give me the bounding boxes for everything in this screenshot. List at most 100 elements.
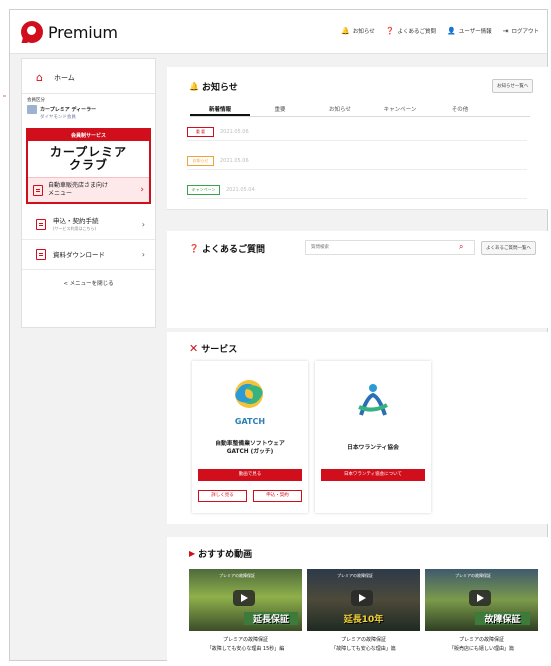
video-card[interactable]: プレミアの故障保証 延長保証 プレミアの故障保証 「故障しても安心な理由 15秒…: [189, 569, 302, 654]
sidebar: ⌂ ホーム 会員区分 カープレミア ディーラー ダイヤモンド会員 会員制サービス…: [21, 58, 156, 328]
news-panel: 🔔 お知らせ お知らせ一覧へ 新着情報 重要 お知らせ キャンペーン その他 重…: [167, 67, 548, 210]
video-caption: プレミアの故障保証 「販売店にも嬉しい理由」篇: [425, 636, 538, 654]
news-row[interactable]: キャンペーン 2021.05.04: [187, 182, 527, 199]
bell-icon: 🔔: [189, 82, 199, 91]
tab-campaign[interactable]: キャンペーン: [370, 103, 430, 116]
sidebar-item-home[interactable]: ⌂ ホーム: [22, 59, 155, 83]
gatch-name-line-2: GATCH (ガッチ): [226, 449, 274, 455]
service-card-gatch: GATCH 自動車整備業ソフトウェア GATCH (ガッチ) 動画で見る 詳しく…: [192, 361, 308, 513]
edge-mark: [3, 95, 6, 97]
tab-notices[interactable]: お知らせ: [310, 103, 370, 116]
play-icon[interactable]: [351, 590, 373, 606]
downloads-label: 資料ダウンロード: [53, 250, 105, 259]
video-caption-line-2: 「故障しても安心な理由 15秒」編: [206, 646, 285, 652]
about-warranty-association-button[interactable]: 日本ワランティ協会について: [321, 469, 425, 481]
video-card[interactable]: プレミアの故障保証 延長10年 プレミアの故障保証 「故障しても安心な理由」篇: [307, 569, 420, 654]
gatch-logo-text: GATCH: [234, 417, 266, 426]
services-panel: ✕ サービス GATCH 自動車整備業ソフトウェア GATCH (ガッチ) 動画…: [167, 332, 548, 524]
news-date: 2021.05.04: [226, 187, 255, 193]
details-button[interactable]: 詳しく見る: [198, 490, 247, 502]
news-date: 2021.05.06: [220, 158, 249, 164]
thumb-caption: プレミアの故障保証: [455, 573, 491, 578]
video-caption-line-1: プレミアの故障保証: [222, 637, 268, 643]
news-title: 🔔 お知らせ: [189, 80, 238, 93]
application-label-group: 申込・契約手続 (サービス利用はこちら): [53, 217, 99, 233]
member-rank: ダイヤモンド会員: [40, 115, 76, 120]
thumb-badge: 延長10年: [343, 615, 384, 625]
tab-new[interactable]: 新着情報: [190, 103, 250, 116]
nav-faq[interactable]: ❓ よくあるご質問: [386, 27, 436, 35]
store-icon: [33, 184, 43, 196]
tools-icon: ✕: [189, 342, 199, 355]
question-icon: ❓: [385, 26, 395, 35]
tab-important[interactable]: 重要: [250, 103, 310, 116]
videos-title-text: おすすめ動画: [198, 550, 253, 560]
thumb-caption: プレミアの故障保証: [337, 573, 373, 578]
user-icon: 👤: [447, 26, 456, 35]
services-title-text: サービス: [201, 345, 238, 355]
sidebar-item-home-label: ホーム: [54, 74, 75, 82]
video-caption-line-1: プレミアの故障保証: [340, 637, 386, 643]
chevron-right-icon: ›: [140, 185, 144, 195]
video-thumbnail[interactable]: プレミアの故障保証 延長保証: [189, 569, 302, 631]
nav-user-info-label: ユーザー情報: [458, 29, 492, 35]
bell-icon: 🔔: [341, 26, 350, 35]
club-line-2: クラブ: [68, 158, 108, 172]
dealer-menu-link[interactable]: 自動車販売店さま向け メニュー ›: [28, 177, 149, 202]
car-premier-club-link[interactable]: カープレミア クラブ: [28, 141, 149, 177]
nav-logout[interactable]: ⇥ ログアウト: [503, 27, 539, 35]
nav-notices[interactable]: 🔔 お知らせ: [341, 27, 375, 35]
play-circle-icon: ▶: [189, 549, 196, 558]
close-menu-button[interactable]: < メニューを閉じる: [22, 270, 155, 287]
sidebar-item-downloads[interactable]: 資料ダウンロード ›: [22, 240, 155, 270]
faq-list-button[interactable]: よくあるご質問一覧へ: [481, 241, 536, 255]
tag-important: 重 要: [187, 127, 214, 137]
news-date: 2021.05.06: [220, 129, 249, 135]
videos-title: ▶ おすすめ動画: [189, 547, 252, 560]
faq-panel: ❓ よくあるご質問 ⌕ よくあるご質問一覧へ: [167, 231, 548, 328]
member-row: カープレミア ディーラー: [27, 105, 150, 114]
application-sub: (サービス利用はこちら): [53, 225, 97, 231]
faq-title-text: よくあるご質問: [201, 245, 265, 255]
play-icon[interactable]: [233, 590, 255, 606]
tag-notice: お知らせ: [187, 156, 214, 166]
watch-video-button[interactable]: 動画で見る: [198, 469, 302, 481]
logout-icon: ⇥: [502, 26, 509, 35]
gatch-name: 自動車整備業ソフトウェア GATCH (ガッチ): [192, 440, 308, 456]
premium-logo[interactable]: Premium: [21, 21, 118, 43]
news-list-button[interactable]: お知らせ一覧へ: [492, 79, 534, 93]
chevron-right-icon: ›: [141, 250, 145, 259]
service-card-warranty: 日本ワランティ協会 日本ワランティ協会について: [315, 361, 431, 513]
warranty-logo-icon: [358, 384, 388, 416]
video-caption-line-2: 「故障しても安心な理由」篇: [331, 646, 396, 652]
thumb-badge: 延長保証: [244, 612, 298, 625]
search-icon[interactable]: ⌕: [459, 242, 463, 252]
top-header: Premium 🔔 お知らせ ❓ よくあるご質問 👤 ユーザー情報 ⇥ ログアウ…: [10, 10, 547, 54]
question-icon: ❓: [189, 244, 199, 253]
videos-panel: ▶ おすすめ動画 プレミアの故障保証 延長保証 プレミアの故障保証 「故障しても…: [167, 537, 548, 666]
video-caption: プレミアの故障保証 「故障しても安心な理由」篇: [307, 636, 420, 654]
sidebar-item-application[interactable]: 申込・契約手続 (サービス利用はこちら) ›: [22, 210, 155, 240]
video-caption-line-2: 「販売店にも嬉しい理由」篇: [448, 646, 514, 652]
video-caption-line-1: プレミアの故障保証: [458, 637, 504, 643]
play-icon[interactable]: [469, 590, 491, 606]
thumb-caption: プレミアの故障保証: [219, 573, 255, 578]
news-row[interactable]: 重 要 2021.05.06: [187, 124, 527, 141]
chevron-right-icon: ›: [141, 220, 145, 229]
dealer-menu-label: 自動車販売店さま向け メニュー: [48, 182, 108, 198]
top-nav: 🔔 お知らせ ❓ よくあるご質問 👤 ユーザー情報 ⇥ ログアウト: [341, 27, 539, 35]
warranty-name: 日本ワランティ協会: [347, 445, 399, 451]
apply-contract-button[interactable]: 申込・契約: [253, 490, 302, 502]
video-card[interactable]: プレミアの故障保証 故障保証 プレミアの故障保証 「販売店にも嬉しい理由」篇: [425, 569, 538, 654]
nav-user-info[interactable]: 👤 ユーザー情報: [447, 27, 492, 35]
faq-search-input[interactable]: [305, 240, 475, 255]
news-row[interactable]: お知らせ 2021.05.06: [187, 153, 527, 170]
nav-faq-label: よくあるご質問: [397, 29, 436, 35]
tab-other[interactable]: その他: [430, 103, 490, 116]
member-name: カープレミア ディーラー: [40, 107, 97, 113]
video-thumbnail[interactable]: プレミアの故障保証 故障保証: [425, 569, 538, 631]
gatch-name-line-1: 自動車整備業ソフトウェア: [215, 441, 285, 447]
member-service-heading: 会員制サービス: [28, 130, 149, 141]
dealer-menu-line-1: 自動車販売店さま向け: [48, 182, 109, 189]
video-thumbnail[interactable]: プレミアの故障保証 延長10年: [307, 569, 420, 631]
